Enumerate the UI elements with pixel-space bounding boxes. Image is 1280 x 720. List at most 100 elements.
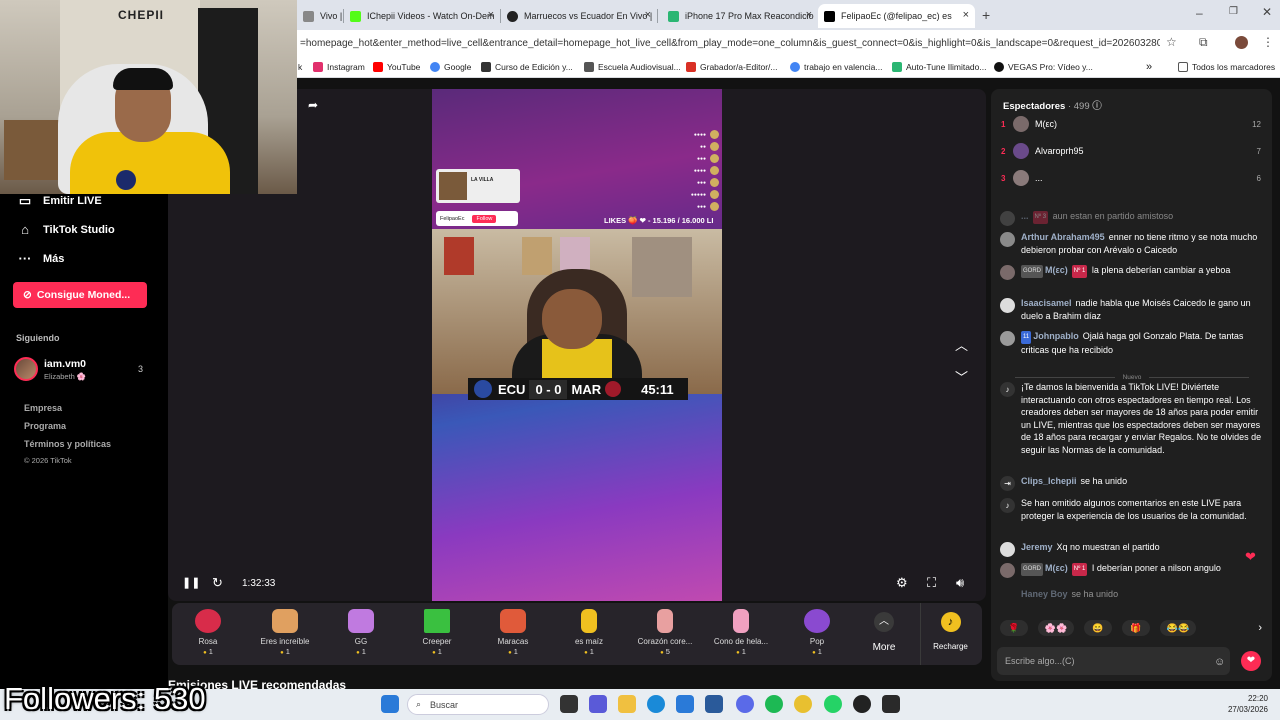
footer-link[interactable]: Programa — [24, 421, 66, 431]
footer-link[interactable]: Empresa — [24, 403, 62, 413]
close-icon[interactable]: × — [488, 9, 494, 21]
share-icon[interactable]: ➦ — [308, 98, 318, 112]
bookmark-item[interactable]: Instagram — [313, 60, 365, 74]
bookmark-item[interactable]: Auto-Tune Ilimitado... — [892, 60, 986, 74]
emoji-button[interactable]: 🌹 — [1000, 620, 1028, 636]
new-tab-button[interactable]: + — [982, 7, 990, 23]
bookmark-item[interactable]: Escuela Audiovisual... — [584, 60, 681, 74]
chevron-up-icon[interactable]: ︿ — [955, 335, 968, 354]
emoji-button[interactable]: 😄 — [1084, 620, 1112, 636]
close-icon[interactable]: × — [963, 9, 969, 21]
bookmark-item[interactable]: YouTube — [373, 60, 420, 74]
close-icon[interactable]: × — [645, 9, 651, 21]
bookmark-item[interactable]: trabajo en valencia... — [790, 60, 882, 74]
gift-item[interactable]: Rosa1 — [170, 609, 246, 656]
gift-item[interactable]: es maíz1 — [551, 609, 627, 656]
bookmark-item[interactable]: Google — [430, 60, 471, 74]
viewers-header[interactable]: Espectadores · 499 ⓘ — [1003, 98, 1102, 112]
avatar — [1013, 170, 1029, 186]
emoji-button[interactable]: 😂😂 — [1160, 620, 1196, 636]
tab-ichepii[interactable]: IChepii Videos - Watch On-Dem × — [344, 4, 500, 28]
chat-message[interactable]: GORD M(εc) Nº 1 la plena deberían cambiar … — [1000, 264, 1262, 280]
nav-emitir-live[interactable]: ▭ Emitir LIVE — [17, 193, 102, 209]
avatar — [1000, 211, 1015, 226]
gift-item[interactable]: Pop1 — [779, 609, 855, 656]
following-name[interactable]: iam.vm0 — [44, 358, 86, 370]
volume-icon[interactable]: 🔊︎ — [956, 575, 964, 591]
bookmark-item[interactable]: VEGAS Pro: Vídeo y... — [994, 60, 1093, 74]
chat-input[interactable]: Escribe algo...(C) — [997, 647, 1230, 675]
refresh-icon[interactable]: ↻ — [212, 575, 223, 591]
pause-icon[interactable]: ❚❚ — [182, 576, 200, 589]
whatsapp-icon[interactable] — [824, 695, 842, 713]
chat-message[interactable]: 11 Johnpablo Ojalá haga gol Gonzalo Plata.… — [1000, 330, 1262, 356]
tab-vivo[interactable]: Vivo | — [297, 4, 343, 28]
url-field[interactable]: =homepage_hot&enter_method=live_cell&ent… — [300, 35, 1160, 53]
system-clock[interactable]: 22:20 27/03/2026 — [1218, 693, 1268, 715]
join-message[interactable]: ⇥ Clips_Ichepii se ha unido — [1000, 475, 1262, 491]
tiktok-icon — [824, 10, 835, 22]
gift-item[interactable]: GG1 — [323, 609, 399, 656]
gift-item[interactable]: Creeper1 — [399, 609, 475, 656]
footer-link[interactable]: Términos y políticas — [24, 439, 111, 449]
close-window-icon[interactable]: ✕ — [1262, 5, 1272, 19]
chat-message[interactable]: GORD M(εc) Nº 1 I deberían poner a nilson … — [1000, 562, 1262, 578]
fullscreen-icon[interactable]: ⛶ — [927, 575, 936, 591]
get-coins-button[interactable]: ⊘ Consigue Moned... — [13, 282, 147, 308]
spotify-icon[interactable] — [765, 695, 783, 713]
star-icon[interactable]: ☆ — [1166, 35, 1177, 49]
gift-item[interactable]: Eres increíble1 — [247, 609, 323, 656]
file-explorer-icon[interactable] — [618, 695, 636, 713]
app-icon[interactable] — [882, 695, 900, 713]
settings-gear-icon[interactable]: ⚙ — [896, 575, 908, 591]
bookmark-item[interactable]: Curso de Edición y... — [481, 60, 573, 74]
join-message[interactable]: Haney Boy se ha unido — [1000, 588, 1262, 601]
taskbar-search[interactable]: ⌕ Buscar — [407, 694, 549, 715]
chat-message[interactable]: Isaacisamel nadie habla que Moisés Caiced… — [1000, 297, 1262, 322]
gift-item[interactable]: Maracas1 — [475, 609, 551, 656]
teams-icon[interactable] — [589, 695, 607, 713]
info-icon[interactable]: ⓘ — [1092, 101, 1102, 112]
nav-mas[interactable]: ··· Más — [17, 251, 65, 266]
profile-avatar[interactable] — [1235, 36, 1248, 49]
ranking-row[interactable]: 1 M(εc) 12 — [1001, 115, 1263, 133]
menu-dots-icon[interactable]: ⋮ — [1262, 35, 1274, 49]
task-view-icon[interactable] — [560, 695, 578, 713]
edge-icon[interactable] — [647, 695, 665, 713]
tab-marruecos[interactable]: Marruecos vs Ecuador En Vivo | × — [501, 4, 657, 28]
chat-message[interactable]: ... Nº 3 aun estan en partido amistoso — [1000, 210, 1262, 226]
obs-icon[interactable] — [853, 695, 871, 713]
chevron-down-icon[interactable]: ﹀ — [955, 367, 968, 386]
gift-item[interactable]: Cono de hela...1 — [703, 609, 779, 656]
ranking-row[interactable]: 3... 6 — [1001, 169, 1263, 187]
all-bookmarks[interactable]: Todos los marcadores — [1178, 60, 1275, 74]
close-icon[interactable]: × — [806, 9, 812, 21]
chevron-right-icon[interactable]: › — [1258, 622, 1262, 634]
gift-item[interactable]: Corazón core...5 — [627, 609, 703, 656]
like-heart-button[interactable]: ❤ — [1241, 651, 1261, 671]
maximize-icon[interactable]: ❐ — [1229, 6, 1238, 17]
bookmark-item[interactable]: k — [298, 60, 302, 74]
live-video[interactable]: ●●●● ●● ●●● ●●●● ●●● ●●●●● ●●● LA VILLA … — [432, 89, 722, 601]
extensions-icon[interactable]: ⧉ — [1199, 35, 1208, 50]
minimize-icon[interactable]: – — [1196, 6, 1203, 20]
nav-tiktok-studio[interactable]: ⌂ TikTok Studio — [17, 222, 115, 237]
recharge-button[interactable]: ♪ Recharge — [920, 603, 980, 665]
emoji-button[interactable]: 🌸🌸 — [1038, 620, 1074, 636]
chrome-icon[interactable] — [794, 695, 812, 713]
more-gifts-button[interactable]: ︿ More — [860, 603, 908, 665]
bookmark-item[interactable]: Grabador/a-Editor/... — [686, 60, 777, 74]
chat-message[interactable]: Jeremy Xq no muestran el partido — [1000, 541, 1262, 557]
ranking-row[interactable]: 2 Alvaroprh95 7 — [1001, 142, 1263, 160]
discord-icon[interactable] — [736, 695, 754, 713]
tab-iphone[interactable]: iPhone 17 Pro Max Reacondicio × — [662, 4, 818, 28]
app-icon[interactable] — [705, 695, 723, 713]
windows-start-icon[interactable] — [381, 695, 399, 713]
tab-felipaoec[interactable]: FelipaoEc (@felipao_ec) es × — [818, 4, 975, 28]
avatar[interactable] — [14, 357, 38, 381]
bookmarks-overflow-button[interactable]: » — [1146, 60, 1152, 74]
emoji-button[interactable]: 🎁 — [1122, 620, 1150, 636]
emoji-picker-icon[interactable]: ☺ — [1214, 656, 1225, 668]
store-icon[interactable] — [676, 695, 694, 713]
chat-message[interactable]: Arthur Abraham495 enner no tiene ritmo y … — [1000, 231, 1262, 256]
